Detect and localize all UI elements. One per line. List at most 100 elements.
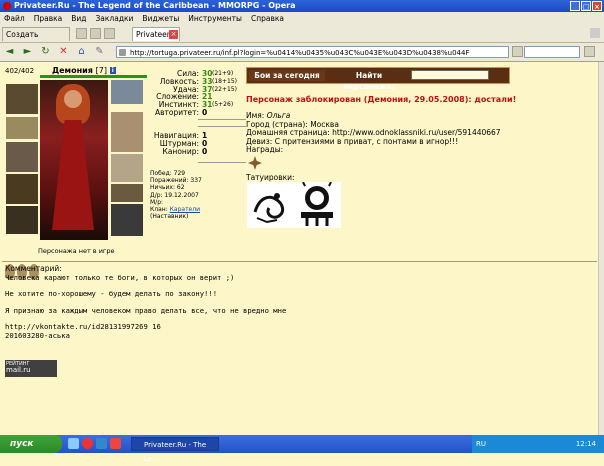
boots-slot[interactable]	[111, 204, 143, 236]
battles-today-button[interactable]: Бои за сегодня	[249, 70, 325, 81]
menu-tools[interactable]: Инструменты	[188, 12, 242, 25]
browser-icon[interactable]	[96, 438, 107, 449]
menu-bookmarks[interactable]: Закладки	[96, 12, 134, 25]
media-icon[interactable]	[110, 438, 121, 449]
task-label: Privateer.Ru - The Le...	[144, 441, 207, 463]
search-input[interactable]	[524, 46, 580, 58]
navigation-bar: ◄ ► ↻ ✕ ⌂ ✎ http://tortuga.privateer.ru/…	[0, 43, 604, 62]
clock: 12:14	[575, 440, 596, 448]
tribal-tattoo-icon	[293, 181, 341, 228]
edit-icon[interactable]: ✎	[93, 46, 106, 58]
clan-role: (Наставник)	[150, 213, 189, 221]
tab-privateer[interactable]: Privateer.Ru - The Lege... ×	[132, 27, 180, 41]
desktop-icon[interactable]	[68, 438, 79, 449]
maximize-button[interactable]: □	[581, 1, 591, 11]
stat-bonus: (22+15)	[212, 85, 237, 93]
taskbar: пуск Privateer.Ru - The Le... RU 12:14	[0, 435, 604, 463]
minimize-button[interactable]: _	[570, 1, 580, 11]
belt-slot[interactable]	[111, 184, 143, 202]
character-header: Демония [7] i	[52, 66, 116, 75]
draws: Ничьих: 62	[150, 184, 185, 192]
award-star-icon	[248, 156, 262, 170]
tattoos-label: Татуировки:	[246, 173, 295, 182]
home-icon[interactable]: ⌂	[75, 46, 88, 58]
tab-tools	[76, 28, 115, 39]
hp-bar	[40, 75, 147, 78]
opera-icon	[3, 2, 11, 10]
stat-bonus	[210, 109, 212, 117]
page-icon	[119, 49, 126, 56]
start-button[interactable]: пуск	[0, 435, 62, 453]
birthday: Д/р: 19.12.2007	[150, 191, 199, 199]
divider	[198, 126, 246, 127]
skill-value: 0	[202, 146, 208, 156]
dropdown-icon[interactable]	[512, 46, 523, 57]
counter-bottom: mail.ru	[6, 366, 31, 374]
weapon-slot[interactable]	[6, 142, 38, 172]
stat-bonus: (21+9)	[212, 70, 234, 77]
motto-row: Девиз: С притензиями в приват, с понтами…	[246, 136, 501, 147]
close-button[interactable]: ×	[592, 1, 602, 11]
wins: Побед: 729	[150, 170, 186, 177]
hp-value: 402/402	[5, 67, 35, 75]
portrait-dress	[52, 120, 94, 230]
clan-label: Клан:	[150, 206, 168, 214]
gloves-slot[interactable]	[111, 154, 143, 182]
dagger-slot[interactable]	[111, 80, 143, 104]
find-character-label: Найти персонажа:	[343, 71, 395, 91]
character-portrait	[40, 80, 108, 240]
portrait-face	[64, 90, 82, 108]
skills-block: Навигация: 1 Штурман: 0 Канонир: 0	[149, 132, 210, 155]
reload-icon[interactable]: ↻	[39, 46, 52, 58]
back-arrow-icon[interactable]: ◄	[3, 46, 16, 58]
menu-view[interactable]: Вид	[71, 12, 86, 25]
comment-line: Человека карают только те боги, в которы…	[5, 272, 235, 282]
clan-link[interactable]: Каратели	[170, 206, 200, 213]
address-field[interactable]: http://tortuga.privateer.ru/inf.pl?login…	[116, 46, 509, 58]
stat-authority: Авторитет: 0	[149, 109, 237, 117]
sword-slot[interactable]	[111, 112, 143, 152]
character-level: [7]	[95, 66, 107, 75]
stop-icon[interactable]: ✕	[57, 46, 70, 58]
comment-line: Не хотите по-хорошему - будем делать по …	[5, 289, 218, 298]
rating-counter[interactable]: РЕЙТИНГ mail.ru	[5, 360, 57, 377]
home-icon[interactable]	[76, 28, 87, 39]
dragon-tattoo-icon	[247, 182, 293, 228]
losses: Поражений: 337	[150, 177, 202, 185]
find-character-input[interactable]	[411, 70, 489, 80]
armor-slot[interactable]	[6, 174, 38, 204]
skill-label: Канонир:	[162, 146, 199, 156]
forward-arrow-icon[interactable]: ►	[21, 46, 34, 58]
new-tab-button[interactable]: Создать вкладку	[2, 27, 70, 53]
blocked-notice: Персонаж заблокирован (Демония, 29.05.20…	[246, 95, 517, 104]
stat-value: 0	[202, 107, 208, 117]
cloak-slot[interactable]	[6, 206, 38, 234]
info-icon[interactable]: i	[109, 67, 116, 74]
motto-value: С притензиями в приват, с понтами в игно…	[274, 136, 459, 146]
stat-bonus: (18+15)	[212, 77, 237, 85]
menu-edit[interactable]: Правка	[34, 12, 63, 25]
vertical-scrollbar[interactable]	[598, 62, 604, 435]
menu-help[interactable]: Справка	[251, 12, 284, 25]
divider	[198, 119, 246, 120]
helmet-slot[interactable]	[6, 84, 38, 114]
comment-line: Я признаю за каждым человеком право дела…	[5, 305, 287, 315]
zoom-icon[interactable]	[584, 46, 595, 57]
window-titlebar: Privateer.Ru - The Legend of the Caribbe…	[0, 0, 604, 12]
trash-icon[interactable]	[90, 28, 101, 39]
profile-block: Имя: Ольга Город (страна): Москва Домашн…	[246, 111, 501, 155]
stats-block: Сила: 30 (21+9) Ловкость: 33 (18+15) Удача: 3…	[149, 70, 237, 117]
taskbar-window-button[interactable]: Privateer.Ru - The Le...	[131, 437, 219, 463]
amulet-slot[interactable]	[6, 117, 38, 139]
pin-icon[interactable]	[104, 28, 115, 39]
tab-menu-icon[interactable]	[590, 28, 600, 38]
language-indicator[interactable]: RU	[476, 435, 486, 453]
opera-quicklaunch-icon[interactable]	[82, 438, 93, 449]
menu-file[interactable]: Файл	[4, 12, 25, 25]
tab-bar: Создать вкладку Privateer.Ru - The Lege.…	[0, 25, 604, 53]
comment-block: Комментарий: Человека карают только те б…	[5, 264, 287, 340]
menu-bar: Файл Правка Вид Закладки Виджеты Инструм…	[0, 12, 604, 26]
mr: М/р:	[150, 198, 164, 206]
menu-widgets[interactable]: Виджеты	[142, 12, 179, 25]
tab-close-icon[interactable]: ×	[169, 30, 178, 39]
